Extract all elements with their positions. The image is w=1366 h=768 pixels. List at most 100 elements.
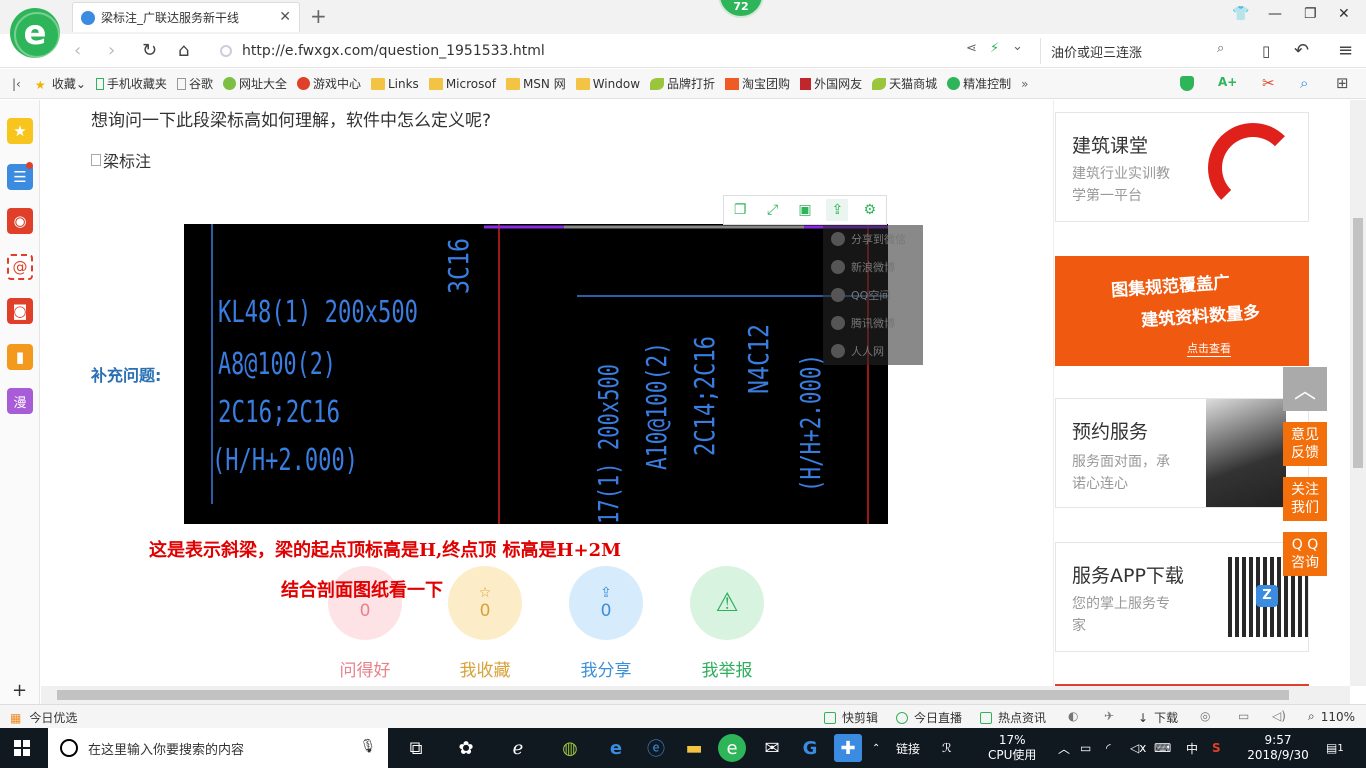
window-icon[interactable]: ▭ (1238, 709, 1249, 723)
favorite-star-icon[interactable]: ★ (7, 118, 33, 144)
file-explorer-icon[interactable]: ▬ (680, 734, 708, 762)
browser-e-icon[interactable]: ℯ (504, 734, 532, 762)
vertical-scrollbar[interactable] (1350, 100, 1366, 686)
action-share[interactable]: ⇪ 0 我分享 (569, 566, 643, 681)
user-icon[interactable]: ℛ (942, 728, 952, 768)
apps-grid-icon[interactable]: ⊞ (1336, 74, 1349, 92)
card-app-download[interactable]: 服务APP下载 您的掌上服务专 家 Z (1055, 542, 1309, 652)
share-weibo[interactable]: 新浪微博 (823, 253, 923, 281)
zoom-control[interactable]: ⌕ 110% (1308, 709, 1355, 724)
bookmark-item[interactable]: ★ 收藏 ⌄ (35, 75, 86, 92)
horizontal-scrollbar[interactable] (41, 686, 1350, 704)
browser-tab[interactable]: 梁标注_广联达服务新干线 ✕ (72, 2, 300, 32)
edge-icon[interactable]: e (602, 734, 630, 762)
close-window-icon[interactable]: ✕ (1338, 6, 1350, 22)
close-tab-icon[interactable]: ✕ (279, 9, 291, 25)
search-input[interactable]: 油价或迎三连涨 ⌕ (1040, 38, 1240, 64)
cad-drawing-image[interactable]: KL48(1) 200x500 A8@100(2) 2C16;2C16 (H/H… (184, 224, 888, 524)
notification-center-icon[interactable]: ▤ 1 (1326, 728, 1344, 768)
scroll-thumb[interactable] (1353, 218, 1363, 468)
copy-icon[interactable]: ❐ (729, 199, 751, 221)
microphone-icon[interactable]: 🎙 (359, 739, 376, 754)
sogou-ime-icon[interactable]: S (1212, 728, 1221, 768)
share-renren[interactable]: 人人网 (823, 337, 923, 365)
active-browser-icon[interactable]: e (718, 734, 746, 762)
url-field[interactable]: http://e.fwxgx.com/question_1951533.html… (220, 38, 1040, 64)
scroll-thumb[interactable] (57, 690, 1289, 700)
speed-icon[interactable]: ⚡ (990, 41, 999, 56)
home-icon[interactable]: ⌂ (178, 40, 189, 61)
mail-icon[interactable]: @ (7, 254, 33, 280)
pinwheel-app-icon[interactable]: ✿ (452, 734, 480, 762)
minimize-icon[interactable]: — (1268, 6, 1282, 22)
bookmark-item[interactable]: Microsof (428, 77, 496, 91)
qq-consult-button[interactable]: Q Q咨询 (1283, 532, 1327, 576)
translate-icon[interactable]: A+ (1218, 75, 1237, 89)
weibo-icon[interactable]: ◉ (7, 208, 33, 234)
action-report[interactable]: ⚠ 我举报 (690, 566, 764, 681)
status-tool-icon[interactable]: ◐ (1068, 709, 1078, 723)
shield-icon[interactable] (1180, 76, 1194, 91)
forward-icon[interactable]: › (108, 40, 115, 61)
bookmark-item[interactable]: Links (370, 77, 419, 91)
undo-icon[interactable]: ↶ (1294, 40, 1309, 61)
banner-atlas[interactable]: 图集规范覆盖广 建筑资料数量多 点击查看 (1055, 256, 1309, 366)
ime-indicator[interactable]: 中 (1186, 728, 1198, 768)
save-icon[interactable]: ▣ (794, 199, 816, 221)
clock[interactable]: 9:57 2018/9/30 (1246, 728, 1310, 768)
comic-icon[interactable]: 漫 (7, 388, 33, 414)
ie-icon[interactable]: ⓔ (642, 734, 670, 762)
bookmark-item[interactable]: Window (575, 77, 640, 91)
magnifier-icon[interactable]: ⌕ (1300, 74, 1308, 92)
search-icon[interactable]: ⌕ (1217, 41, 1224, 56)
skin-icon[interactable]: 👕 (1232, 6, 1249, 22)
refresh-icon[interactable]: ↻ (142, 40, 157, 61)
chrome-like-app-icon[interactable]: ◍ (556, 734, 584, 762)
tray-up-icon[interactable]: ︿ (1058, 728, 1070, 768)
fullscreen-icon[interactable]: ⤢ (762, 199, 784, 221)
share-tencent-weibo[interactable]: 腾讯微博 (823, 309, 923, 337)
menu-icon[interactable]: ≡ (1338, 40, 1353, 61)
pin-icon[interactable]: ✈ (1104, 709, 1114, 723)
mobile-icon[interactable]: ▯ (1262, 42, 1270, 60)
wifi-icon[interactable]: ◜ (1106, 728, 1111, 768)
status-item[interactable]: ↓ 下载 (1138, 709, 1178, 726)
chevron-down-icon[interactable]: ⌄ (1012, 39, 1023, 54)
scissors-icon[interactable]: ✂ (1262, 74, 1275, 92)
maximize-icon[interactable]: ❐ (1304, 6, 1317, 22)
share-wechat[interactable]: 分享到微信 (823, 225, 923, 253)
windows-start-icon[interactable] (14, 740, 30, 756)
bookmark-item[interactable]: 谷歌 (176, 75, 213, 92)
volume-icon[interactable]: ◁) (1272, 709, 1286, 723)
speaker-icon[interactable]: ◁x (1130, 728, 1146, 768)
share-qzone[interactable]: QQ空间 (823, 281, 923, 309)
action-favorite[interactable]: ☆ 0 我收藏 (448, 566, 522, 681)
plus-app-icon[interactable]: ✚ (834, 734, 862, 762)
notification-badge[interactable]: 72 (718, 0, 764, 18)
share-icon[interactable]: ⇪ (826, 199, 849, 221)
feedback-button[interactable]: 意见反馈 (1283, 422, 1327, 466)
link-label[interactable]: 链接 (896, 728, 920, 768)
status-item[interactable]: 今日直播 (896, 709, 962, 726)
browser-logo-icon[interactable]: e (10, 8, 60, 58)
sidebar-toggle-icon[interactable]: |‹ (12, 77, 21, 91)
status-item[interactable]: 快剪辑 (824, 709, 878, 726)
back-icon[interactable]: ‹ (74, 40, 81, 61)
mail-envelope-icon[interactable]: ✉ (758, 734, 786, 762)
tray-scroll-icon[interactable]: ⌃ (872, 728, 880, 768)
share-icon[interactable]: ⋖ (966, 41, 977, 56)
game-controller-icon[interactable]: ◙ (7, 298, 33, 324)
g-app-icon[interactable]: G (796, 734, 824, 762)
bookmark-item[interactable]: 淘宝团购 (725, 75, 790, 92)
bookmark-item[interactable]: 天猫商城 (872, 75, 937, 92)
cpu-monitor[interactable]: 17% CPU使用 (988, 728, 1036, 768)
novel-icon[interactable]: ▮ (7, 344, 33, 370)
more-bookmarks-icon[interactable]: » (1021, 77, 1028, 91)
bookmark-item[interactable]: 网址大全 (222, 75, 287, 92)
card-appointment[interactable]: 预约服务 服务面对面，承 诺心连心 (1055, 398, 1309, 508)
back-to-top-button[interactable]: ︿ (1283, 367, 1327, 411)
follow-us-button[interactable]: 关注我们 (1283, 477, 1327, 521)
taskbar-search-input[interactable]: 在这里输入你要搜索的内容 🎙 (48, 728, 388, 768)
status-item[interactable]: 热点资讯 (980, 709, 1046, 726)
bookmark-item[interactable]: 游戏中心 (296, 75, 361, 92)
